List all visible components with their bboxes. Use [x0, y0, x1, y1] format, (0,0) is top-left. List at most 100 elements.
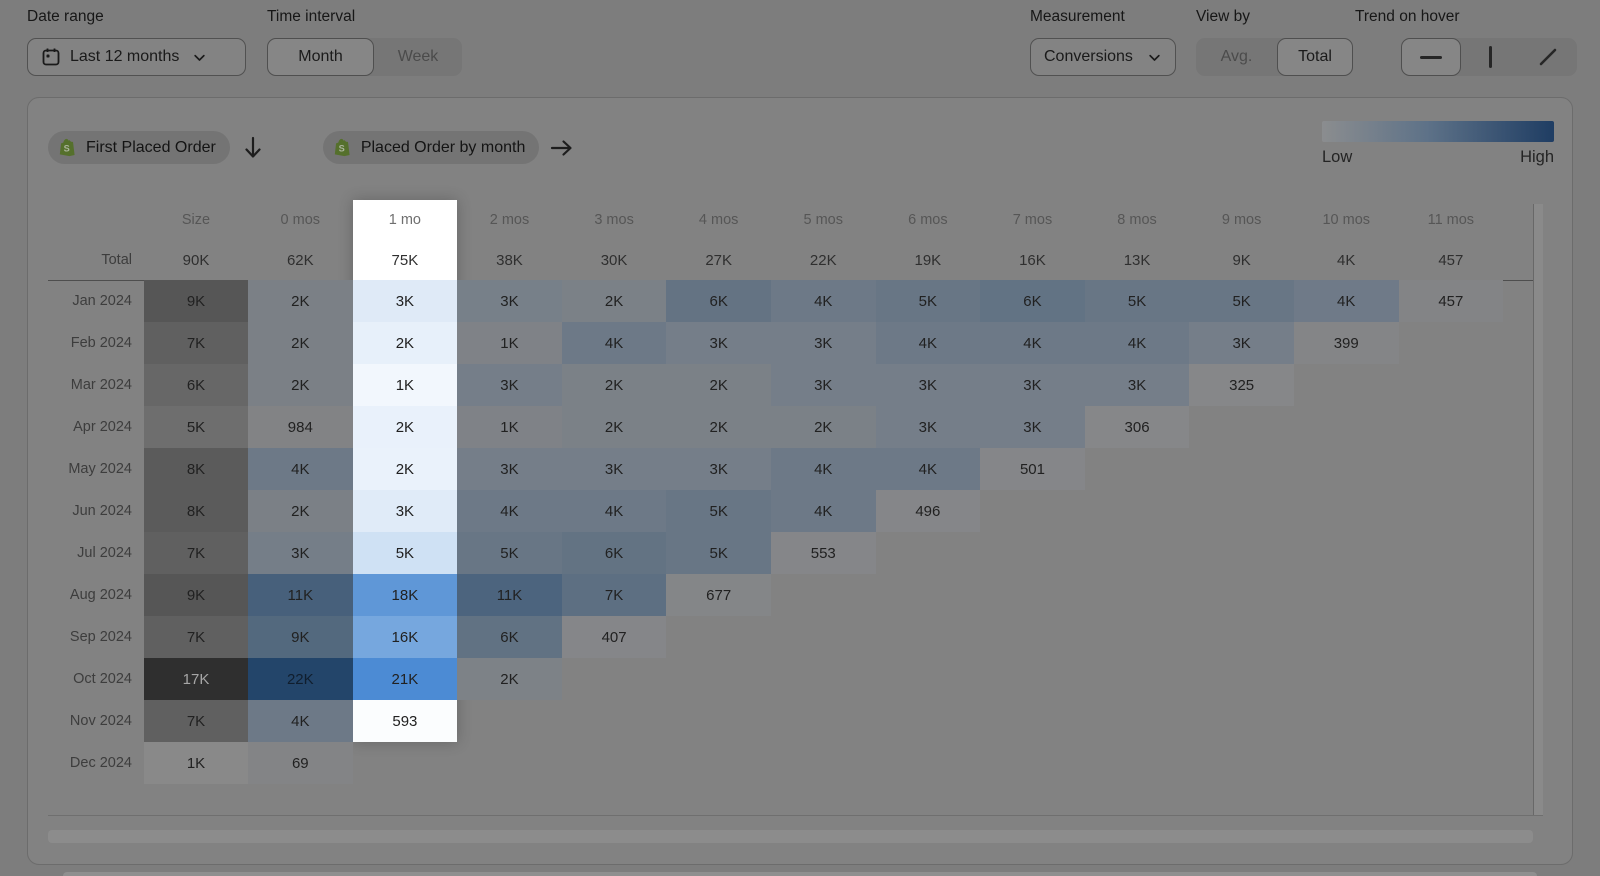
heatmap-cell[interactable]: 501 — [980, 448, 1085, 490]
heatmap-cell[interactable]: 5K — [353, 532, 458, 574]
heatmap-cell[interactable]: 4K — [1294, 280, 1399, 322]
heatmap-cell[interactable]: 9K — [248, 616, 353, 658]
heatmap-cell[interactable]: 2K — [562, 364, 667, 406]
heatmap-cell[interactable]: 4K — [562, 322, 667, 364]
heatmap-cell[interactable]: 3K — [248, 532, 353, 574]
heatmap-cell[interactable]: 2K — [248, 364, 353, 406]
heatmap-cell[interactable]: 18K — [353, 574, 458, 616]
time-interval-month-option[interactable]: Month — [267, 38, 374, 76]
heatmap-cell[interactable]: 2K — [562, 280, 667, 322]
date-range-button[interactable]: Last 12 months — [27, 38, 246, 76]
heatmap-cell[interactable]: 4K — [980, 322, 1085, 364]
heatmap-cell[interactable]: 2K — [666, 364, 771, 406]
heatmap-cell[interactable]: 496 — [876, 490, 981, 532]
heatmap-cell[interactable]: 4K — [1085, 322, 1190, 364]
heatmap-cell[interactable]: 3K — [771, 364, 876, 406]
heatmap-cell[interactable]: 6K — [666, 280, 771, 322]
heatmap-cell[interactable]: 9K — [144, 574, 248, 616]
heatmap-cell[interactable]: 2K — [353, 448, 458, 490]
heatmap-cell[interactable]: 984 — [248, 406, 353, 448]
heatmap-cell[interactable]: 5K — [666, 532, 771, 574]
heatmap-cell[interactable]: 7K — [562, 574, 667, 616]
heatmap-cell[interactable]: 3K — [666, 322, 771, 364]
heatmap-cell[interactable]: 7K — [144, 616, 248, 658]
heatmap-cell[interactable]: 16K — [353, 616, 458, 658]
heatmap-cell[interactable]: 4K — [771, 280, 876, 322]
heatmap-cell[interactable]: 2K — [248, 280, 353, 322]
heatmap-cell[interactable]: 2K — [248, 490, 353, 532]
heatmap-cell[interactable]: 407 — [562, 616, 667, 658]
heatmap-cell[interactable]: 3K — [771, 322, 876, 364]
heatmap-cell[interactable]: 4K — [771, 490, 876, 532]
event-pill-placed-order-by-month[interactable]: S Placed Order by month — [323, 131, 540, 164]
heatmap-cell[interactable]: 2K — [771, 406, 876, 448]
trend-vertical-button[interactable] — [1461, 38, 1519, 76]
heatmap-cell[interactable]: 3K — [353, 490, 458, 532]
heatmap-cell[interactable]: 17K — [144, 658, 248, 700]
heatmap-cell[interactable]: 457 — [1399, 280, 1504, 322]
heatmap-cell[interactable]: 8K — [144, 490, 248, 532]
heatmap-cell[interactable]: 677 — [666, 574, 771, 616]
view-by-avg-option[interactable]: Avg. — [1196, 38, 1277, 76]
heatmap-cell[interactable]: 11K — [457, 574, 562, 616]
heatmap-cell[interactable]: 8K — [144, 448, 248, 490]
heatmap-cell[interactable]: 4K — [457, 490, 562, 532]
heatmap-cell[interactable]: 7K — [144, 700, 248, 742]
heatmap-cell[interactable]: 6K — [457, 616, 562, 658]
heatmap-cell[interactable]: 7K — [144, 322, 248, 364]
heatmap-cell[interactable]: 4K — [876, 448, 981, 490]
heatmap-cell[interactable]: 3K — [457, 448, 562, 490]
heatmap-cell[interactable]: 3K — [980, 406, 1085, 448]
heatmap-cell[interactable]: 4K — [248, 700, 353, 742]
heatmap-cell[interactable]: 306 — [1085, 406, 1190, 448]
heatmap-cell[interactable]: 2K — [562, 406, 667, 448]
heatmap-cell[interactable]: 4K — [562, 490, 667, 532]
heatmap-cell[interactable]: 21K — [353, 658, 458, 700]
time-interval-week-option[interactable]: Week — [374, 38, 462, 76]
heatmap-cell[interactable]: 3K — [562, 448, 667, 490]
heatmap-cell[interactable]: 399 — [1294, 322, 1399, 364]
heatmap-cell[interactable]: 7K — [144, 532, 248, 574]
heatmap-cell[interactable]: 1K — [457, 322, 562, 364]
heatmap-cell[interactable]: 6K — [144, 364, 248, 406]
heatmap-cell[interactable]: 5K — [457, 532, 562, 574]
heatmap-cell[interactable]: 1K — [144, 742, 248, 784]
heatmap-cell[interactable]: 5K — [666, 490, 771, 532]
heatmap-cell[interactable]: 3K — [980, 364, 1085, 406]
heatmap-cell[interactable]: 6K — [562, 532, 667, 574]
heatmap-cell[interactable]: 2K — [353, 406, 458, 448]
heatmap-cell[interactable]: 22K — [248, 658, 353, 700]
heatmap-cell[interactable]: 553 — [771, 532, 876, 574]
heatmap-cell[interactable]: 2K — [666, 406, 771, 448]
heatmap-cell[interactable]: 5K — [876, 280, 981, 322]
heatmap-cell[interactable]: 325 — [1189, 364, 1294, 406]
event-pill-first-placed-order[interactable]: S First Placed Order — [48, 131, 230, 164]
heatmap-cell[interactable]: 2K — [248, 322, 353, 364]
heatmap-cell[interactable]: 3K — [876, 364, 981, 406]
heatmap-cell[interactable]: 5K — [144, 406, 248, 448]
heatmap-cell[interactable]: 1K — [457, 406, 562, 448]
heatmap-cell[interactable]: 593 — [353, 700, 458, 742]
heatmap-cell[interactable]: 3K — [457, 280, 562, 322]
heatmap-cell[interactable]: 2K — [353, 322, 458, 364]
heatmap-cell[interactable]: 2K — [457, 658, 562, 700]
heatmap-cell[interactable]: 3K — [1085, 364, 1190, 406]
measurement-dropdown[interactable]: Conversions — [1030, 38, 1176, 76]
heatmap-cell[interactable]: 3K — [457, 364, 562, 406]
heatmap-cell[interactable]: 5K — [1085, 280, 1190, 322]
trend-flat-button[interactable] — [1401, 38, 1461, 76]
trend-diagonal-button[interactable] — [1519, 38, 1577, 76]
heatmap-cell[interactable]: 3K — [353, 280, 458, 322]
heatmap-cell[interactable]: 1K — [353, 364, 458, 406]
view-by-total-option[interactable]: Total — [1277, 38, 1353, 76]
heatmap-cell[interactable]: 69 — [248, 742, 353, 784]
heatmap-cell[interactable]: 5K — [1189, 280, 1294, 322]
heatmap-cell[interactable]: 4K — [876, 322, 981, 364]
heatmap-cell[interactable]: 9K — [144, 280, 248, 322]
heatmap-cell[interactable]: 3K — [876, 406, 981, 448]
heatmap-cell[interactable]: 3K — [1189, 322, 1294, 364]
heatmap-cell[interactable]: 4K — [248, 448, 353, 490]
heatmap-cell[interactable]: 6K — [980, 280, 1085, 322]
heatmap-cell[interactable]: 3K — [666, 448, 771, 490]
heatmap-cell[interactable]: 11K — [248, 574, 353, 616]
